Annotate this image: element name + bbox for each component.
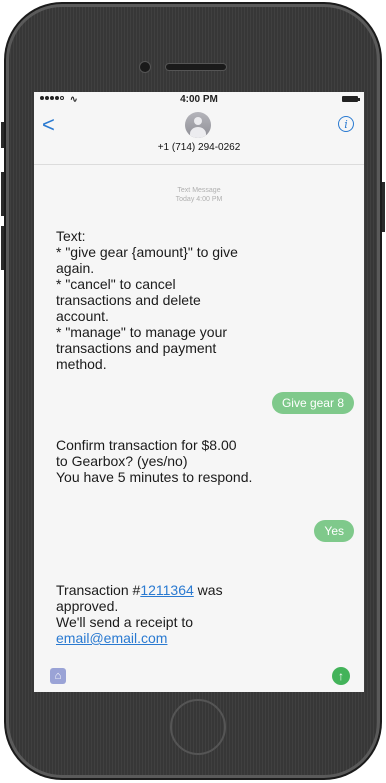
front-camera [140, 62, 150, 72]
power-button [382, 182, 385, 232]
messages-screen: ∿ 4:00 PM < +1 (714) 294-0262 i Text Mes… [34, 92, 364, 692]
outgoing-message-bubble: Give gear 8 [271, 392, 354, 414]
home-button[interactable] [170, 699, 226, 755]
header-divider [34, 164, 364, 165]
transaction-id-link[interactable]: 1211364 [140, 582, 193, 598]
email-link[interactable]: email@email.com [56, 630, 167, 646]
thread-meta: Text Message Today 4:00 PM [34, 186, 364, 204]
mute-switch [1, 122, 4, 148]
service-label: Text Message [177, 187, 221, 194]
battery-icon [342, 96, 360, 102]
conversation-header: < +1 (714) 294-0262 i [34, 108, 364, 164]
message-input-bar: ⌂ ↑ [34, 660, 364, 692]
incoming-message: Transaction #1211364 was approved. We'll… [56, 566, 223, 646]
incoming-message: Text: * "give gear {amount}" to give aga… [56, 228, 238, 372]
earpiece-speaker [166, 64, 226, 70]
contact-avatar[interactable] [185, 112, 211, 138]
date-label: Today 4:00 PM [175, 196, 223, 203]
info-icon[interactable]: i [338, 116, 354, 132]
send-arrow-icon[interactable]: ↑ [332, 667, 350, 685]
status-bar: ∿ 4:00 PM [34, 92, 364, 108]
message-text: Transaction # [56, 582, 141, 598]
incoming-message: Confirm transaction for $8.00 to Gearbox… [56, 437, 253, 485]
phone-frame: ∿ 4:00 PM < +1 (714) 294-0262 i Text Mes… [1, 2, 385, 780]
app-store-icon[interactable]: ⌂ [50, 668, 66, 684]
status-time: 4:00 PM [180, 94, 218, 105]
chevron-left-icon[interactable]: < [42, 114, 55, 136]
contact-number[interactable]: +1 (714) 294-0262 [34, 142, 364, 153]
volume-up-button [1, 172, 4, 216]
outgoing-message-bubble: Yes [314, 520, 354, 542]
volume-down-button [1, 226, 4, 270]
